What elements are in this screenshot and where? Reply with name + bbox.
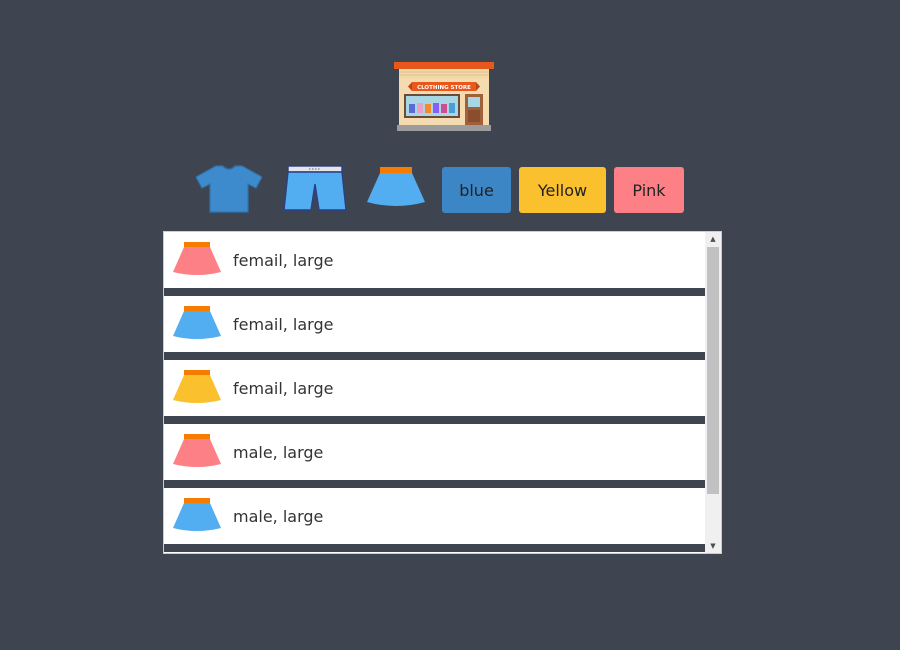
color-filter-yellow-button[interactable]: Yellow: [519, 167, 606, 213]
product-list[interactable]: femail, large femail, large femail, larg…: [163, 231, 722, 554]
list-item[interactable]: male, large: [164, 424, 705, 480]
skirt-icon: [173, 306, 221, 339]
scroll-down-arrow-icon[interactable]: ▼: [705, 539, 721, 553]
list-item-label: male, large: [233, 506, 324, 526]
page: CLOTHING STORE blue Yellow Pink femail, …: [0, 0, 900, 650]
skirt-icon[interactable]: [363, 164, 429, 214]
store-sign-text: CLOTHING STORE: [417, 85, 471, 91]
skirt-icon: [173, 434, 221, 467]
list-item-label: femail, large: [233, 314, 334, 334]
list-item-label: femail, large: [233, 250, 334, 270]
clothing-store-logo: CLOTHING STORE: [394, 62, 494, 131]
color-filter-blue-button[interactable]: blue: [442, 167, 511, 213]
product-list-viewport: femail, large femail, large femail, larg…: [164, 232, 705, 553]
scrollbar-thumb[interactable]: [707, 247, 719, 494]
color-filter-pink-button[interactable]: Pink: [614, 167, 684, 213]
skirt-icon: [173, 242, 221, 275]
shorts-icon[interactable]: [282, 164, 348, 214]
list-item[interactable]: male, large: [164, 488, 705, 544]
skirt-icon: [173, 498, 221, 531]
skirt-icon: [173, 370, 221, 403]
list-item[interactable]: femail, large: [164, 296, 705, 352]
filter-toolbar: blue Yellow Pink: [196, 164, 696, 214]
list-item[interactable]: femail, large: [164, 232, 705, 288]
list-item[interactable]: [164, 552, 705, 553]
list-item[interactable]: femail, large: [164, 360, 705, 416]
scroll-up-arrow-icon[interactable]: ▲: [705, 232, 721, 246]
list-item-label: male, large: [233, 442, 324, 462]
list-scrollbar[interactable]: ▲ ▼: [705, 232, 721, 553]
list-item-label: femail, large: [233, 378, 334, 398]
tshirt-icon[interactable]: [196, 164, 262, 214]
